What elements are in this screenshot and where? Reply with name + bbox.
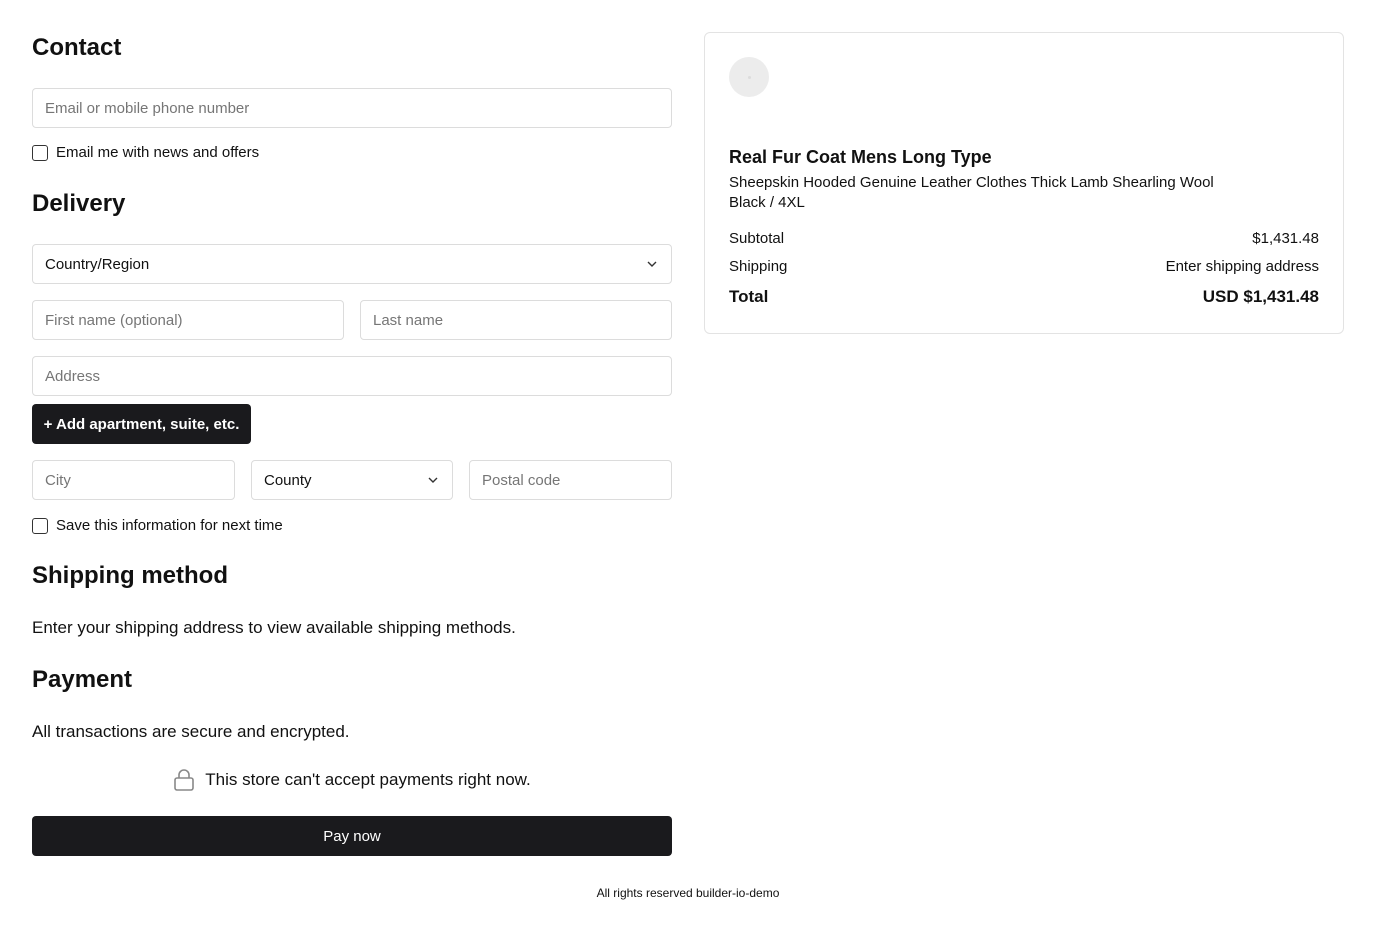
product-description: Sheepskin Hooded Genuine Leather Clothes… [729, 174, 1214, 191]
order-summary: Real Fur Coat Mens Long Type Sheepskin H… [704, 32, 1344, 334]
payment-secure-note: All transactions are secure and encrypte… [32, 722, 350, 741]
email-field-wrapper [32, 88, 672, 128]
product-variant: Black / 4XL [729, 194, 805, 211]
chevron-down-icon [645, 257, 659, 271]
payment-unavailable-notice: This store can't accept payments right n… [32, 766, 672, 794]
save-info-option[interactable]: Save this information for next time [32, 517, 283, 534]
first-name-field-wrapper [32, 300, 344, 340]
product-thumbnail [729, 57, 769, 97]
image-placeholder-icon [747, 75, 751, 79]
total-value: USD $1,431.48 [1202, 287, 1319, 306]
add-apartment-button[interactable]: + Add apartment, suite, etc. [32, 404, 251, 444]
save-info-label: Save this information for next time [56, 517, 283, 534]
shipping-method-message: Enter your shipping address to view avai… [32, 618, 516, 637]
county-select-value: County [264, 471, 312, 489]
payment-unavailable-text: This store can't accept payments right n… [205, 770, 531, 789]
delivery-heading: Delivery [32, 190, 126, 217]
subtotal-label: Subtotal [729, 230, 785, 247]
pay-now-button[interactable]: Pay now [32, 816, 672, 856]
payment-heading: Payment [32, 666, 133, 693]
contact-heading: Contact [32, 34, 122, 61]
shipping-row: Shipping Enter shipping address [729, 258, 1319, 275]
country-select-value: Country/Region [45, 255, 150, 273]
subtotal-value: $1,431.48 [1252, 230, 1319, 247]
last-name-input[interactable] [361, 301, 671, 339]
country-select[interactable]: Country/Region [32, 244, 672, 284]
address-field-wrapper [32, 356, 672, 396]
total-row: Total USD $1,431.48 [729, 287, 1319, 307]
postal-code-input[interactable] [470, 461, 671, 499]
shipping-method-heading: Shipping method [32, 562, 228, 589]
email-input[interactable] [33, 89, 671, 127]
newsletter-label: Email me with news and offers [56, 144, 260, 161]
newsletter-option[interactable]: Email me with news and offers [32, 144, 259, 161]
lock-icon [173, 768, 195, 792]
city-input[interactable] [33, 461, 234, 499]
subtotal-row: Subtotal $1,431.48 [729, 230, 1319, 247]
product-title: Real Fur Coat Mens Long Type [729, 147, 992, 167]
save-info-checkbox[interactable] [32, 517, 48, 534]
chevron-down-icon [426, 473, 440, 487]
footer-text: All rights reserved builder-io-demo [596, 886, 780, 900]
address-input[interactable] [33, 357, 671, 395]
postal-code-field-wrapper [469, 460, 672, 500]
last-name-field-wrapper [360, 300, 672, 340]
first-name-input[interactable] [33, 301, 343, 339]
shipping-value: Enter shipping address [1165, 258, 1319, 275]
newsletter-checkbox[interactable] [32, 144, 48, 161]
shipping-label: Shipping [729, 258, 788, 275]
county-select[interactable]: County [251, 460, 453, 500]
city-field-wrapper [32, 460, 235, 500]
total-label: Total [729, 287, 769, 306]
